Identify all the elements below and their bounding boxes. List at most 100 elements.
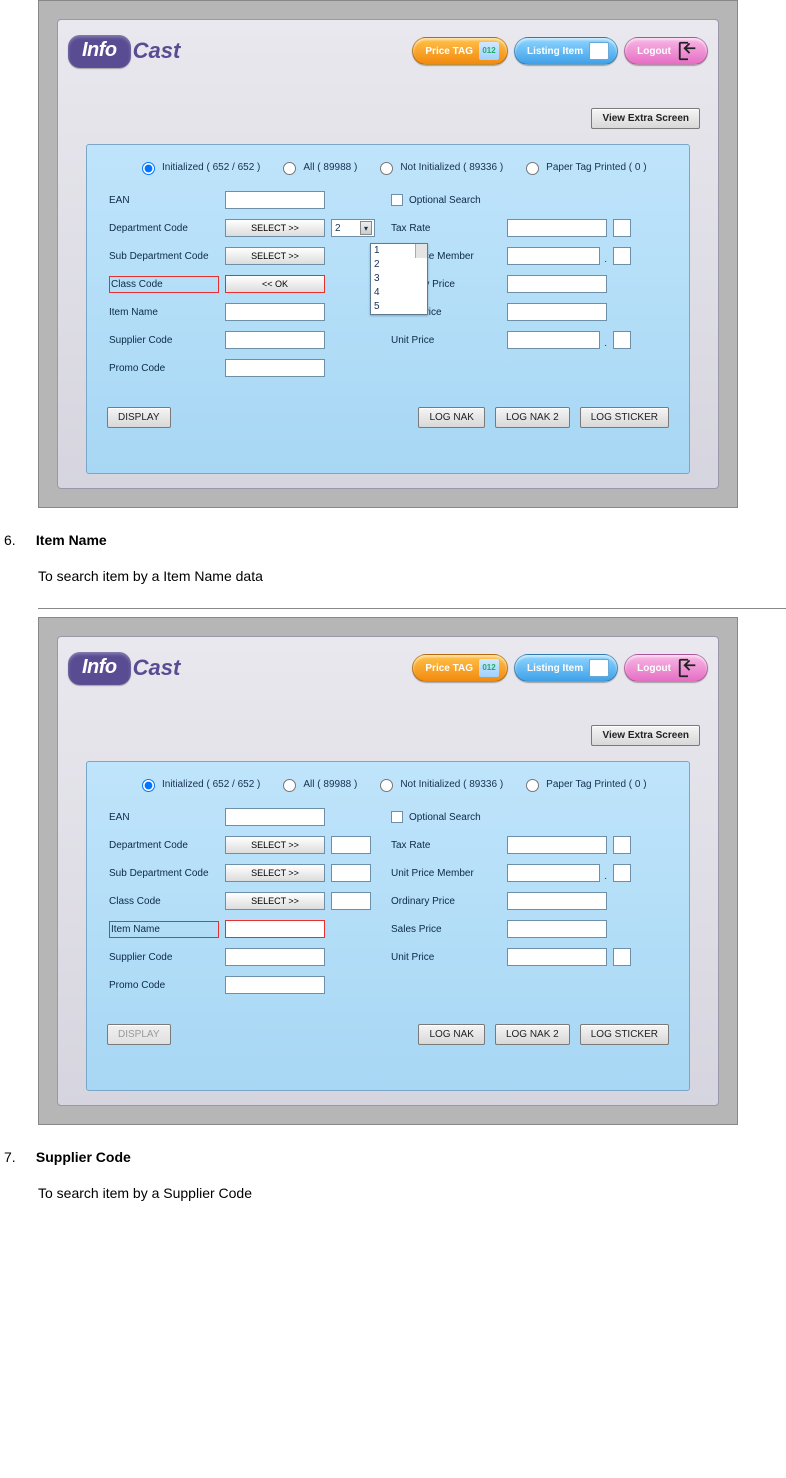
log-sticker-button[interactable]: LOG STICKER — [580, 1024, 669, 1045]
optional-search-label: Optional Search — [409, 812, 481, 823]
unit-price-decimal[interactable] — [613, 331, 631, 349]
top-bar: Info Cast Price TAG 012 Listing Item — [68, 645, 708, 691]
logout-label: Logout — [637, 46, 671, 57]
department-num-input[interactable] — [331, 836, 371, 854]
item-name-input[interactable] — [225, 920, 325, 938]
figure-class-code: Info Cast Price TAG 012 Listing Item — [38, 0, 786, 508]
radio-not-initialized-input[interactable] — [380, 779, 393, 792]
dropdown-option[interactable]: 2 — [371, 258, 427, 272]
exit-icon — [677, 657, 699, 679]
tax-rate-picker[interactable] — [613, 219, 631, 237]
listing-item-button[interactable]: Listing Item — [514, 37, 618, 65]
tax-rate-picker[interactable] — [613, 836, 631, 854]
supplier-code-input[interactable] — [225, 948, 325, 966]
sub-department-select-button[interactable]: SELECT >> — [225, 247, 325, 265]
sub-department-label: Sub Department Code — [109, 251, 219, 262]
department-code-label: Department Code — [109, 223, 219, 234]
log-nak-button[interactable]: LOG NAK — [418, 1024, 484, 1045]
figure-item-name: Info Cast Price TAG 012 Listing Item — [38, 608, 786, 1125]
ean-label: EAN — [109, 195, 219, 206]
display-button[interactable]: DISPLAY — [107, 1024, 171, 1045]
radio-paper-tag-input[interactable] — [526, 162, 539, 175]
tax-rate-input[interactable] — [507, 836, 607, 854]
department-dropdown[interactable]: 2▾ — [331, 219, 375, 237]
filter-radios: Initialized ( 652 / 652 ) All ( 89988 ) … — [137, 159, 673, 175]
dropdown-option[interactable]: 4 — [371, 286, 427, 300]
log-nak2-button[interactable]: LOG NAK 2 — [495, 407, 570, 428]
section-7-text: To search item by a Supplier Code — [38, 1185, 786, 1201]
scrollbar[interactable] — [415, 244, 427, 258]
unit-price-member-input[interactable] — [507, 864, 600, 882]
log-sticker-button[interactable]: LOG STICKER — [580, 407, 669, 428]
radio-paper-tag[interactable]: Paper Tag Printed ( 0 ) — [521, 159, 646, 175]
ordinary-price-input[interactable] — [507, 275, 607, 293]
listing-item-label: Listing Item — [527, 46, 583, 57]
app-window: Info Cast Price TAG 012 Listing Item — [38, 0, 738, 508]
dropdown-option[interactable]: 5 — [371, 300, 427, 314]
optional-search-checkbox[interactable] — [391, 811, 403, 823]
view-extra-screen-button[interactable]: View Extra Screen — [591, 725, 700, 746]
view-extra-screen-button[interactable]: View Extra Screen — [591, 108, 700, 129]
radio-initialized[interactable]: Initialized ( 652 / 652 ) — [137, 776, 260, 792]
department-select-button[interactable]: SELECT >> — [225, 836, 325, 854]
section-6-title: Item Name — [36, 532, 107, 548]
dropdown-option[interactable]: 3 — [371, 272, 427, 286]
radio-paper-tag-input[interactable] — [526, 779, 539, 792]
radio-not-initialized-input[interactable] — [380, 162, 393, 175]
radio-initialized-input[interactable] — [142, 162, 155, 175]
logout-button[interactable]: Logout — [624, 37, 708, 65]
log-nak2-button[interactable]: LOG NAK 2 — [495, 1024, 570, 1045]
price-tag-label: Price TAG — [425, 663, 473, 674]
display-button[interactable]: DISPLAY — [107, 407, 171, 428]
sales-price-input[interactable] — [507, 303, 607, 321]
ordinary-price-input[interactable] — [507, 892, 607, 910]
search-panel: Initialized ( 652 / 652 ) All ( 89988 ) … — [86, 144, 690, 474]
sub-department-num-input[interactable] — [331, 864, 371, 882]
section-7-title: Supplier Code — [36, 1149, 131, 1165]
radio-not-initialized[interactable]: Not Initialized ( 89336 ) — [375, 159, 503, 175]
class-code-ok-button[interactable]: << OK — [225, 275, 325, 293]
search-panel: Initialized ( 652 / 652 ) All ( 89988 ) … — [86, 761, 690, 1091]
price-tag-label: Price TAG — [425, 46, 473, 57]
promo-code-input[interactable] — [225, 976, 325, 994]
tax-rate-label: Tax Rate — [391, 840, 501, 851]
promo-code-input[interactable] — [225, 359, 325, 377]
radio-initialized[interactable]: Initialized ( 652 / 652 ) — [137, 159, 260, 175]
radio-initialized-input[interactable] — [142, 779, 155, 792]
radio-all[interactable]: All ( 89988 ) — [278, 159, 357, 175]
sub-department-select-button[interactable]: SELECT >> — [225, 864, 325, 882]
radio-paper-tag[interactable]: Paper Tag Printed ( 0 ) — [521, 776, 646, 792]
ean-input[interactable] — [225, 191, 325, 209]
logo: Info Cast — [68, 35, 180, 68]
unit-price-member-decimal[interactable] — [613, 247, 631, 265]
unit-price-member-input[interactable] — [507, 247, 600, 265]
price-tag-button[interactable]: Price TAG 012 — [412, 37, 508, 65]
price-tag-button[interactable]: Price TAG 012 — [412, 654, 508, 682]
logo-text: Cast — [133, 38, 181, 64]
unit-price-input[interactable] — [507, 948, 607, 966]
sales-price-label: Sales Price — [391, 924, 501, 935]
subdept-dropdown-open[interactable]: 1 2 3 4 5 — [370, 243, 428, 315]
supplier-code-input[interactable] — [225, 331, 325, 349]
item-name-label: Item Name — [109, 307, 219, 318]
optional-search-checkbox[interactable] — [391, 194, 403, 206]
department-select-button[interactable]: SELECT >> — [225, 219, 325, 237]
radio-not-initialized[interactable]: Not Initialized ( 89336 ) — [375, 776, 503, 792]
unit-price-member-decimal[interactable] — [613, 864, 631, 882]
ean-input[interactable] — [225, 808, 325, 826]
radio-all[interactable]: All ( 89988 ) — [278, 776, 357, 792]
logout-button[interactable]: Logout — [624, 654, 708, 682]
unit-price-decimal[interactable] — [613, 948, 631, 966]
radio-all-input[interactable] — [283, 779, 296, 792]
tax-rate-input[interactable] — [507, 219, 607, 237]
logout-label: Logout — [637, 663, 671, 674]
class-code-select-button[interactable]: SELECT >> — [225, 892, 325, 910]
class-code-num-input[interactable] — [331, 892, 371, 910]
listing-item-button[interactable]: Listing Item — [514, 654, 618, 682]
list-icon — [589, 42, 609, 60]
item-name-input[interactable] — [225, 303, 325, 321]
log-nak-button[interactable]: LOG NAK — [418, 407, 484, 428]
unit-price-input[interactable] — [507, 331, 600, 349]
sales-price-input[interactable] — [507, 920, 607, 938]
radio-all-input[interactable] — [283, 162, 296, 175]
